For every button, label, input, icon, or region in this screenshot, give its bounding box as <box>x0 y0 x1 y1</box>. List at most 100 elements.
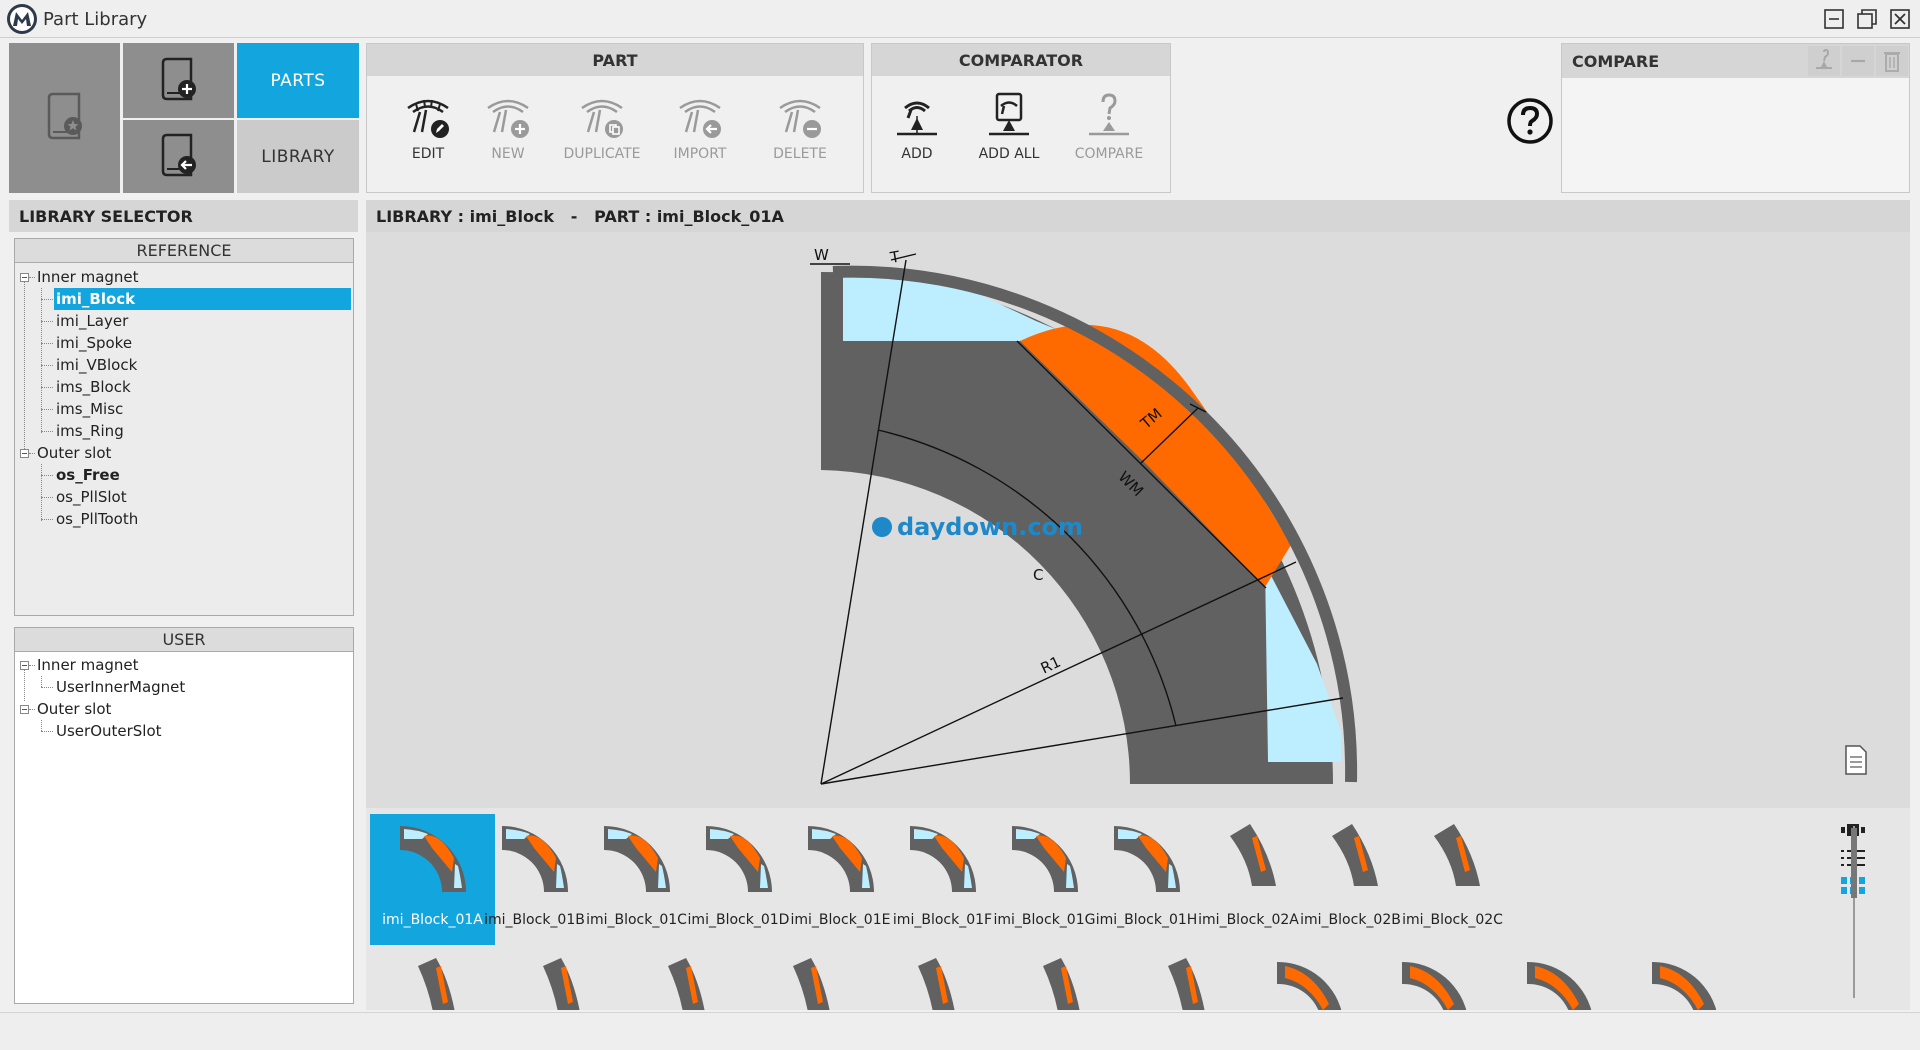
user-group-inner-magnet[interactable]: Inner magnet <box>37 654 139 676</box>
tree-item-ims-ring[interactable]: ims_Ring <box>56 420 124 442</box>
delete-icon <box>779 99 821 138</box>
add-compare-button[interactable]: ADD <box>874 92 960 202</box>
label-r1: R1 <box>1038 653 1064 678</box>
delete-part-button[interactable]: DELETE <box>757 92 843 202</box>
import-part-button[interactable]: IMPORT <box>657 92 743 202</box>
import-icon <box>679 99 721 138</box>
watermark-text: daydown.com <box>897 513 1083 541</box>
tree-item-os-pllslot[interactable]: os_PllSlot <box>56 486 127 508</box>
add-label: ADD <box>901 146 933 162</box>
window-title: Part Library <box>43 9 148 30</box>
comparator-panel: COMPARATOR ADD ADD ALL COMPARE <box>871 43 1171 193</box>
import-library-tile[interactable] <box>123 120 234 193</box>
tree-item-os-free[interactable]: os_Free <box>56 464 120 486</box>
add-to-compare-icon <box>897 101 937 136</box>
duplicate-part-button[interactable]: DUPLICATE <box>559 92 645 202</box>
library-star-icon <box>47 92 82 140</box>
tree-item-ims-block[interactable]: ims_Block <box>56 376 131 398</box>
status-bar <box>0 1012 1920 1050</box>
thumbnail-preview-partial[interactable] <box>513 958 603 1010</box>
duplicate-icon <box>581 99 623 138</box>
new-library-tile[interactable] <box>123 43 234 118</box>
compare-trash-icon[interactable] <box>1876 46 1908 76</box>
user-tree-title: USER <box>15 628 353 652</box>
library-import-icon <box>161 133 196 176</box>
library-selector-title: LIBRARY SELECTOR <box>9 200 358 232</box>
thumbnail-preview-partial[interactable] <box>1638 958 1728 1010</box>
report-icon[interactable] <box>1845 745 1867 775</box>
tree-item-imi-spoke[interactable]: imi_Spoke <box>56 332 132 354</box>
thumbnail-preview-partial[interactable] <box>1013 958 1103 1010</box>
compare-panel-title: COMPARE <box>1572 52 1660 71</box>
thumbnail-preview-partial[interactable] <box>1263 958 1353 1010</box>
new-icon <box>487 99 529 138</box>
library-favorites-tile[interactable] <box>9 43 120 193</box>
user-tree: USER Inner magnet UserInnerMagnet Outer … <box>14 627 354 1004</box>
label-t: T <box>888 247 902 267</box>
tree-item-os-plltooth[interactable]: os_PllTooth <box>56 508 138 530</box>
compare-button[interactable]: COMPARE <box>1066 92 1152 202</box>
thumbnail-grid: imi_Block_01A imi_Block_01B imi_Block_01C i… <box>366 808 1910 1010</box>
thumbnail-imi-block-02c[interactable]: imi_Block_02C <box>1390 814 1515 945</box>
viewer-header: LIBRARY : imi_Block - PART : imi_Block_0… <box>366 200 1910 232</box>
comparator-panel-title: COMPARATOR <box>872 44 1170 76</box>
part-panel: PART EDIT NEW DUPLICATE IMPORT DELETE <box>366 43 864 193</box>
thumbnail-preview-partial[interactable] <box>1513 958 1603 1010</box>
help-icon[interactable] <box>1506 97 1554 145</box>
user-group-outer-slot[interactable]: Outer slot <box>37 698 111 720</box>
expand-user-outer-slot-icon[interactable] <box>20 705 29 714</box>
tab-parts[interactable]: PARTS <box>237 43 359 118</box>
expand-inner-magnet-icon[interactable] <box>20 273 29 282</box>
thumbnail-preview-partial[interactable] <box>763 958 853 1010</box>
import-label: IMPORT <box>673 146 727 162</box>
expand-user-inner-magnet-icon[interactable] <box>20 661 29 670</box>
title-bar: Part Library <box>0 0 1920 38</box>
close-icon[interactable] <box>1888 7 1912 31</box>
app-logo-icon <box>7 4 37 34</box>
delete-label: DELETE <box>773 146 827 162</box>
user-item-inner-magnet[interactable]: UserInnerMagnet <box>56 676 185 698</box>
tree-group-inner-magnet[interactable]: Inner magnet <box>37 266 139 288</box>
thumbnail-preview-partial[interactable] <box>638 958 728 1010</box>
restore-icon[interactable] <box>1855 7 1879 31</box>
compare-label: COMPARE <box>1074 146 1144 162</box>
minimize-icon[interactable] <box>1822 7 1846 31</box>
user-item-outer-slot[interactable]: UserOuterSlot <box>56 720 162 742</box>
thumbnail-preview-partial[interactable] <box>888 958 978 1010</box>
scrollbar-thumb[interactable] <box>1851 828 1857 898</box>
compare-question-icon <box>1089 93 1129 136</box>
edit-icon <box>407 99 449 138</box>
tree-group-outer-slot[interactable]: Outer slot <box>37 442 111 464</box>
scroll-up-arrow[interactable] <box>1852 818 1856 822</box>
edit-part-button[interactable]: EDIT <box>385 92 471 202</box>
add-all-to-compare-icon <box>989 92 1029 136</box>
tab-library[interactable]: LIBRARY <box>237 120 359 193</box>
thumbnail-preview-partial[interactable] <box>388 958 478 1010</box>
tree-item-imi-layer[interactable]: imi_Layer <box>56 310 128 332</box>
expand-outer-slot-icon[interactable] <box>20 449 29 458</box>
tree-item-imi-block[interactable]: imi_Block <box>54 288 351 310</box>
library-add-icon <box>161 57 196 100</box>
tree-item-ims-misc[interactable]: ims_Misc <box>56 398 123 420</box>
reference-tree: REFERENCE Inner magnet imi_Block imi_Lay… <box>14 238 354 616</box>
part-panel-title: PART <box>367 44 863 76</box>
part-drawing: W T TM WM C R1 daydown.com <box>810 246 1867 785</box>
duplicate-label: DUPLICATE <box>563 146 641 162</box>
thumbnail-label: imi_Block_02C <box>1402 912 1503 928</box>
add-all-compare-button[interactable]: ADD ALL <box>966 92 1052 202</box>
edit-label: EDIT <box>411 146 445 162</box>
thumbnail-preview-partial[interactable] <box>1138 958 1228 1010</box>
air-pocket-right <box>1265 564 1341 762</box>
new-label: NEW <box>491 146 525 162</box>
compare-panel: COMPARE <box>1561 43 1910 193</box>
reference-tree-title: REFERENCE <box>15 239 353 263</box>
compare-remove-icon[interactable] <box>1842 46 1874 76</box>
part-viewer: W T TM WM C R1 daydown.com <box>366 232 1910 808</box>
label-w: W <box>814 246 829 264</box>
tree-item-imi-vblock[interactable]: imi_VBlock <box>56 354 137 376</box>
thumbnail-preview-partial[interactable] <box>1388 958 1478 1010</box>
label-c: C <box>1033 566 1043 584</box>
add-all-label: ADD ALL <box>978 146 1040 162</box>
new-part-button[interactable]: NEW <box>465 92 551 202</box>
compare-pin-icon[interactable] <box>1808 46 1840 76</box>
